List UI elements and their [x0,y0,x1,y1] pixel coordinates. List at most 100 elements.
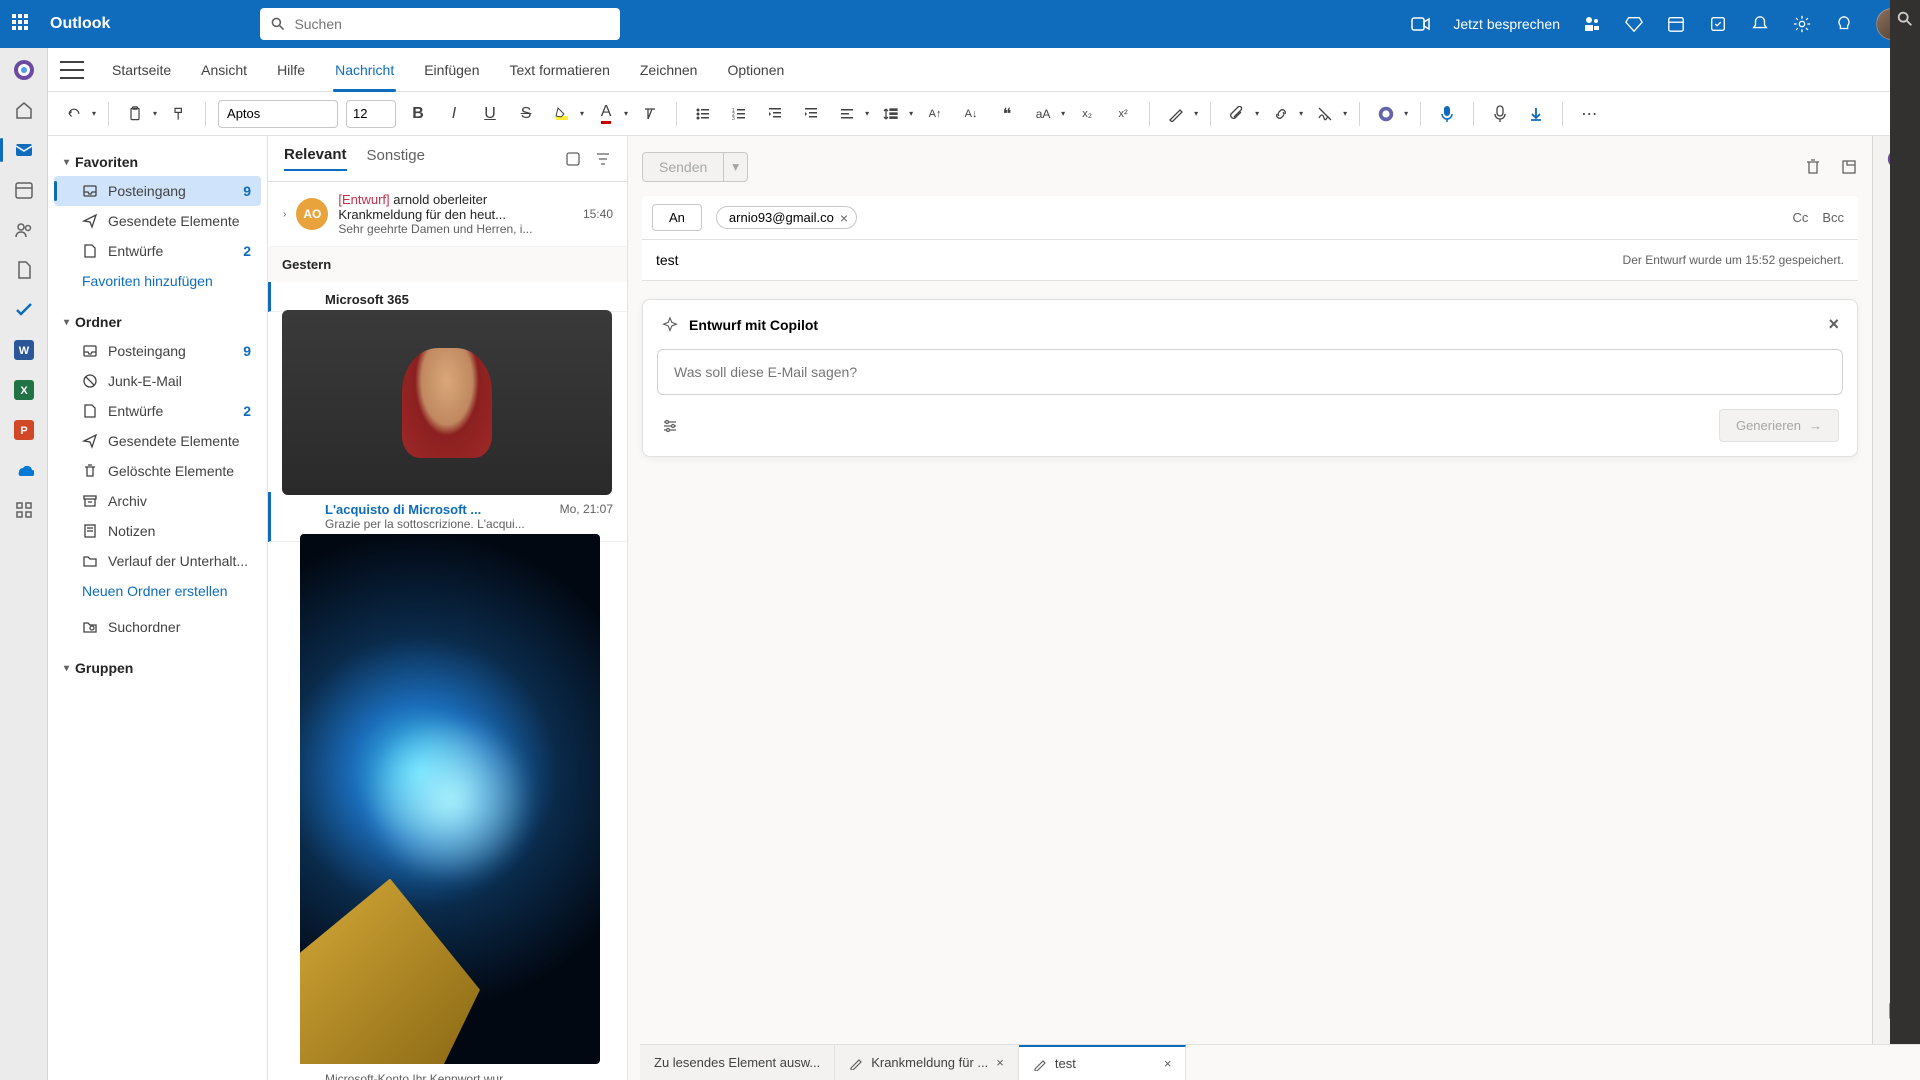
tab-textformatieren[interactable]: Text formatieren [498,48,622,92]
chevron-down-icon[interactable]: ▾ [92,109,96,118]
to-button[interactable]: An [652,204,702,231]
nav-new-folder[interactable]: Neuen Ordner erstellen [54,576,261,606]
copilot-prompt-input[interactable] [658,350,1842,394]
recipient-chip[interactable]: arnio93@gmail.co × [716,206,857,229]
remove-chip-icon[interactable]: × [840,211,848,225]
message-item[interactable]: Microsoft 365 [268,282,627,312]
strikethrough-icon[interactable]: S [512,100,540,128]
meet-cam-icon[interactable] [1411,14,1431,34]
chevron-down-icon[interactable]: ▾ [909,109,913,118]
app-launcher-icon[interactable] [12,14,32,34]
font-size-select[interactable] [346,100,396,128]
link-icon[interactable] [1267,100,1295,128]
sensitivity-icon[interactable] [1486,100,1514,128]
nav-add-favorite[interactable]: Favoriten hinzufügen [54,266,261,296]
nav-junk[interactable]: Junk-E-Mail [54,366,261,396]
message-item[interactable]: › AO [Entwurf] arnold oberleiter Krankme… [268,182,627,247]
more-icon[interactable]: ⋯ [1575,100,1603,128]
expand-chevron-icon[interactable]: › [283,209,286,220]
nav-gesendete[interactable]: Gesendete Elemente [54,426,261,456]
powerpoint-rail-icon[interactable]: P [10,416,38,444]
calendar-rail-icon[interactable] [10,176,38,204]
clipboard-icon[interactable] [121,100,149,128]
quote-icon[interactable]: ❝ [993,100,1021,128]
increase-font-icon[interactable]: A↑ [921,100,949,128]
nav-favoriten-header[interactable]: Favoriten [54,148,261,176]
task-icon[interactable] [1708,14,1728,34]
bottom-tab-krankmeldung[interactable]: Krankmeldung für ... × [835,1045,1019,1080]
signature-icon[interactable] [1311,100,1339,128]
copilot-rail-icon[interactable] [10,56,38,84]
nav-notizen[interactable]: Notizen [54,516,261,546]
line-spacing-icon[interactable] [877,100,905,128]
people-rail-icon[interactable] [10,216,38,244]
excel-rail-icon[interactable]: X [10,376,38,404]
popout-icon[interactable] [1840,158,1858,176]
magnify-icon[interactable] [1896,10,1914,28]
todo-rail-icon[interactable] [10,296,38,324]
mail-rail-icon[interactable] [10,136,38,164]
tab-ansicht[interactable]: Ansicht [189,48,259,92]
attach-icon[interactable] [1223,100,1251,128]
nav-archiv[interactable]: Archiv [54,486,261,516]
close-tab-icon[interactable]: × [1164,1056,1172,1071]
search-input[interactable] [260,8,620,40]
copilot-ribbon-icon[interactable] [1372,100,1400,128]
nav-verlauf[interactable]: Verlauf der Unterhalt... [54,546,261,576]
bcc-button[interactable]: Bcc [1822,210,1844,225]
settings-gear-icon[interactable] [1792,14,1812,34]
nav-posteingang[interactable]: Posteingang 9 [54,336,261,366]
meet-now-button[interactable]: Jetzt besprechen [1453,16,1560,32]
underline-icon[interactable]: U [476,100,504,128]
teams-icon[interactable] [1582,14,1602,34]
generate-button[interactable]: Generieren → [1719,409,1839,442]
chevron-down-icon[interactable]: ▾ [1194,109,1198,118]
highlight-icon[interactable] [548,100,576,128]
outdent-icon[interactable] [761,100,789,128]
bell-icon[interactable] [1750,14,1770,34]
font-select[interactable] [218,100,338,128]
superscript-icon[interactable]: x² [1109,100,1137,128]
bottom-tab-test[interactable]: test × [1019,1045,1187,1080]
onedrive-rail-icon[interactable] [10,456,38,484]
nav-entwuerfe-fav[interactable]: Entwürfe 2 [54,236,261,266]
tab-nachricht[interactable]: Nachricht [323,48,406,92]
align-icon[interactable] [833,100,861,128]
close-tab-icon[interactable]: × [996,1055,1004,1070]
home-rail-icon[interactable] [10,96,38,124]
nav-gruppen-header[interactable]: Gruppen [54,654,261,682]
chevron-down-icon[interactable]: ▾ [1299,109,1303,118]
subscript-icon[interactable]: x₂ [1073,100,1101,128]
adjust-icon[interactable] [661,417,679,435]
calendar-day-icon[interactable] [1666,14,1686,34]
chevron-down-icon[interactable]: ▾ [1404,109,1408,118]
cc-button[interactable]: Cc [1792,210,1808,225]
chevron-down-icon[interactable]: ▾ [580,109,584,118]
decrease-font-icon[interactable]: A↓ [957,100,985,128]
bullets-icon[interactable] [689,100,717,128]
tab-startseite[interactable]: Startseite [100,48,183,92]
nav-suchordner[interactable]: Suchordner [54,612,261,642]
tab-einfuegen[interactable]: Einfügen [412,48,491,92]
clear-format-icon[interactable] [636,100,664,128]
tab-relevant[interactable]: Relevant [284,146,347,171]
tab-zeichnen[interactable]: Zeichnen [628,48,710,92]
chevron-down-icon[interactable]: ▾ [865,109,869,118]
tab-optionen[interactable]: Optionen [715,48,796,92]
bold-icon[interactable]: B [404,100,432,128]
more-apps-rail-icon[interactable] [10,496,38,524]
format-painter-icon[interactable] [165,100,193,128]
nav-posteingang-fav[interactable]: Posteingang 9 [54,176,261,206]
chevron-down-icon[interactable]: ▾ [153,109,157,118]
tab-sonstige[interactable]: Sonstige [367,147,425,170]
nav-ordner-header[interactable]: Ordner [54,308,261,336]
chevron-down-icon[interactable]: ▾ [624,109,628,118]
italic-icon[interactable]: I [440,100,468,128]
close-icon[interactable]: × [1828,314,1839,335]
download-icon[interactable] [1522,100,1550,128]
chevron-down-icon[interactable]: ▾ [1343,109,1347,118]
chevron-down-icon[interactable]: ▾ [1061,109,1065,118]
send-button[interactable]: Senden [642,152,724,182]
word-rail-icon[interactable]: W [10,336,38,364]
nav-geloeschte[interactable]: Gelöschte Elemente [54,456,261,486]
